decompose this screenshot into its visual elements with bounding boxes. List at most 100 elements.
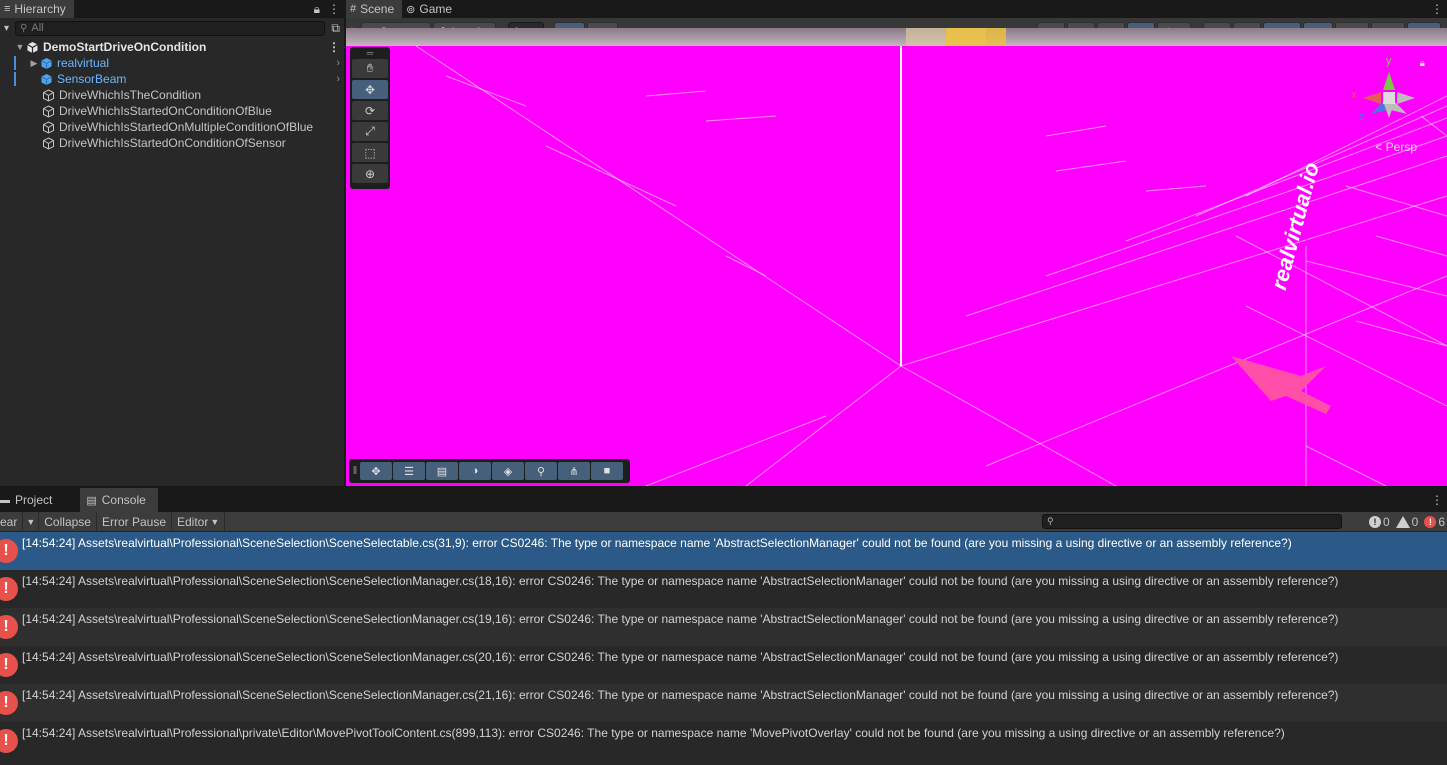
hierarchy-search-input[interactable]: ⚲ All [15,20,326,36]
expand-arrow-icon[interactable]: ▶ [28,58,40,69]
unity-scene-icon [27,41,38,53]
scene-visibility-icon[interactable]: ⧉ [331,21,340,36]
log-counters: ! 0 0 ! 6 [1368,512,1445,532]
tab-console[interactable]: ▤ Console [80,488,158,512]
transform-tool-button[interactable]: ⊕ [352,164,388,183]
hierarchy-item[interactable]: ▶ realvirtual › [0,55,344,71]
scene-viewport[interactable]: realvirtual.io [346,46,1447,486]
search-button[interactable]: ⚲ [525,462,557,480]
info-icon: ! [1368,516,1381,528]
align-button[interactable]: ☰ [393,462,425,480]
error-pause-label: Error Pause [101,514,166,529]
hierarchy-tabbar: ≡ Hierarchy 🔒︎ ⋮ [0,0,344,18]
info-count-toggle[interactable]: ! 0 [1368,515,1390,529]
clear-button[interactable]: ear [0,511,24,532]
log-entry[interactable]: ! [14:54:24] Assets\realvirtual\Professi… [0,722,1447,760]
camera-button[interactable]: ■ [591,462,623,480]
console-search-input[interactable]: ⚲ [1042,514,1342,529]
clear-options-dropdown[interactable]: ▼ [23,511,40,532]
more-menu-icon[interactable]: ⋮ [1431,493,1443,507]
hierarchy-item-label: realvirtual [57,56,110,70]
search-icon: ⚲ [1047,516,1054,526]
scene-root-row[interactable]: ▼ DemoStartDriveOnCondition ⋮ [0,39,344,55]
hierarchy-item[interactable]: DriveWhichIsStartedOnConditionOfBlue [0,103,344,119]
move-pivot-button[interactable]: ✥ [360,462,392,480]
lock-icon[interactable]: 🔒︎ [314,2,320,17]
gizmo-axis-y-label: y [1386,55,1392,67]
gameobject-cube-icon [43,104,54,118]
move-tool-button[interactable]: ✥ [352,80,388,99]
hierarchy-item-label: DriveWhichIsStartedOnMultipleConditionOf… [59,120,314,134]
rotate-tool-button[interactable]: ⟳ [352,101,388,120]
expand-arrow-icon[interactable]: ▼ [14,42,26,52]
scene-menu-icon[interactable]: ⋮ [328,40,340,54]
tab-hierarchy-label: Hierarchy [14,2,66,16]
warning-count: 0 [1411,515,1419,529]
gizmo-axis-z-label: z [1359,111,1365,123]
layers-button[interactable]: ◈ [492,462,524,480]
log-entry[interactable]: ! [14:54:24] Assets\realvirtual\Professi… [0,608,1447,646]
viewport-horizon-strip [346,28,1447,46]
chevron-down-icon: ▼ [26,516,36,527]
tab-game-label: Game [419,2,453,16]
overlay-grip[interactable]: ═ [352,48,388,58]
log-message: [14:54:24] Assets\realvirtual\Profession… [22,612,1339,626]
collapse-toggle[interactable]: Collapse [39,511,97,532]
hatch-icon: ▤ [436,465,448,478]
clear-label: ear [0,514,18,529]
more-menu-icon[interactable]: ⋮ [1431,2,1443,16]
more-menu-icon[interactable]: ⋮ [328,2,340,16]
create-dropdown-icon[interactable]: ▾ [4,23,9,34]
grid-hatch-button[interactable]: ▤ [426,462,458,480]
gizmo-axis-x-label: x [1351,89,1357,101]
log-message: [14:54:24] Assets\realvirtual\Profession… [22,726,1285,740]
transform-icon: ⊕ [364,166,376,181]
hierarchy-icon: ≡ [4,3,11,15]
persp-label[interactable]: < Persp [1375,140,1417,154]
hierarchy-item[interactable]: DriveWhichIsStartedOnConditionOfSensor [0,135,344,151]
shading-button[interactable]: ◑ [459,462,491,480]
info-count: 0 [1382,515,1390,529]
log-message: [14:54:24] Assets\realvirtual\Profession… [22,688,1339,702]
console-toolbar: ear ▼ Collapse Error Pause Editor ▼ ⚲ ! … [0,511,1447,532]
tab-project[interactable]: ▬ Project [0,488,64,512]
error-count-toggle[interactable]: ! 6 [1424,515,1445,529]
error-icon: ! [0,615,18,639]
editor-dropdown[interactable]: Editor ▼ [172,511,226,532]
collapse-label: Collapse [44,514,91,529]
folder-icon: ▬ [0,494,10,506]
log-entry[interactable]: ! [14:54:24] Assets\realvirtual\Professi… [0,646,1447,684]
warning-count-toggle[interactable]: 0 [1395,515,1419,529]
hierarchy-item[interactable]: DriveWhichIsStartedOnMultipleConditionOf… [0,119,344,135]
rect-tool-button[interactable]: ⬚ [352,143,388,162]
tab-project-label: Project [15,493,53,507]
hierarchy-tree: ▼ DemoStartDriveOnCondition ⋮ ▶ realvirt… [0,38,344,151]
tab-console-label: Console [101,493,146,507]
hierarchy-tab-actions: 🔒︎ ⋮ [314,0,340,18]
hierarchy-item[interactable]: SensorBeam › [0,71,344,87]
chevron-right-icon[interactable]: › [336,57,340,69]
log-entry[interactable]: ! [14:54:24] Assets\realvirtual\Professi… [0,684,1447,722]
scale-tool-button[interactable]: ⤢ [352,122,388,141]
hierarchy-item[interactable]: DriveWhichIsTheCondition [0,87,344,103]
error-icon: ! [1424,516,1437,528]
log-entry[interactable]: ! [14:54:24] Assets\realvirtual\Professi… [0,532,1447,570]
chevron-right-icon[interactable]: › [336,73,340,85]
error-icon: ! [0,691,18,715]
tab-hierarchy[interactable]: ≡ Hierarchy [0,0,74,18]
hand-tool-button[interactable]: ✋︎ [352,59,388,78]
rect-icon: ⬚ [364,145,376,160]
tab-game[interactable]: ⊚ Game [402,0,460,18]
gameobject-cube-icon [43,120,54,134]
overlay-grip[interactable]: ‖ [351,465,359,477]
scene-name: DemoStartDriveOnCondition [43,40,207,54]
warning-icon [1395,516,1410,528]
log-entry[interactable]: ! [14:54:24] Assets\realvirtual\Professi… [0,570,1447,608]
console-log-list: ! [14:54:24] Assets\realvirtual\Professi… [0,532,1447,765]
hierarchy-item-label: DriveWhichIsStartedOnConditionOfSensor [59,136,286,150]
hierarchy-search-row: ▾ ⚲ All ⧉ [0,18,344,38]
error-pause-toggle[interactable]: Error Pause [97,511,172,532]
scene-tabbar: # Scene ⊚ Game ⋮ [346,0,1447,18]
hierarchy-tree-button[interactable]: ⋔ [558,462,590,480]
tab-scene[interactable]: # Scene [346,0,403,18]
